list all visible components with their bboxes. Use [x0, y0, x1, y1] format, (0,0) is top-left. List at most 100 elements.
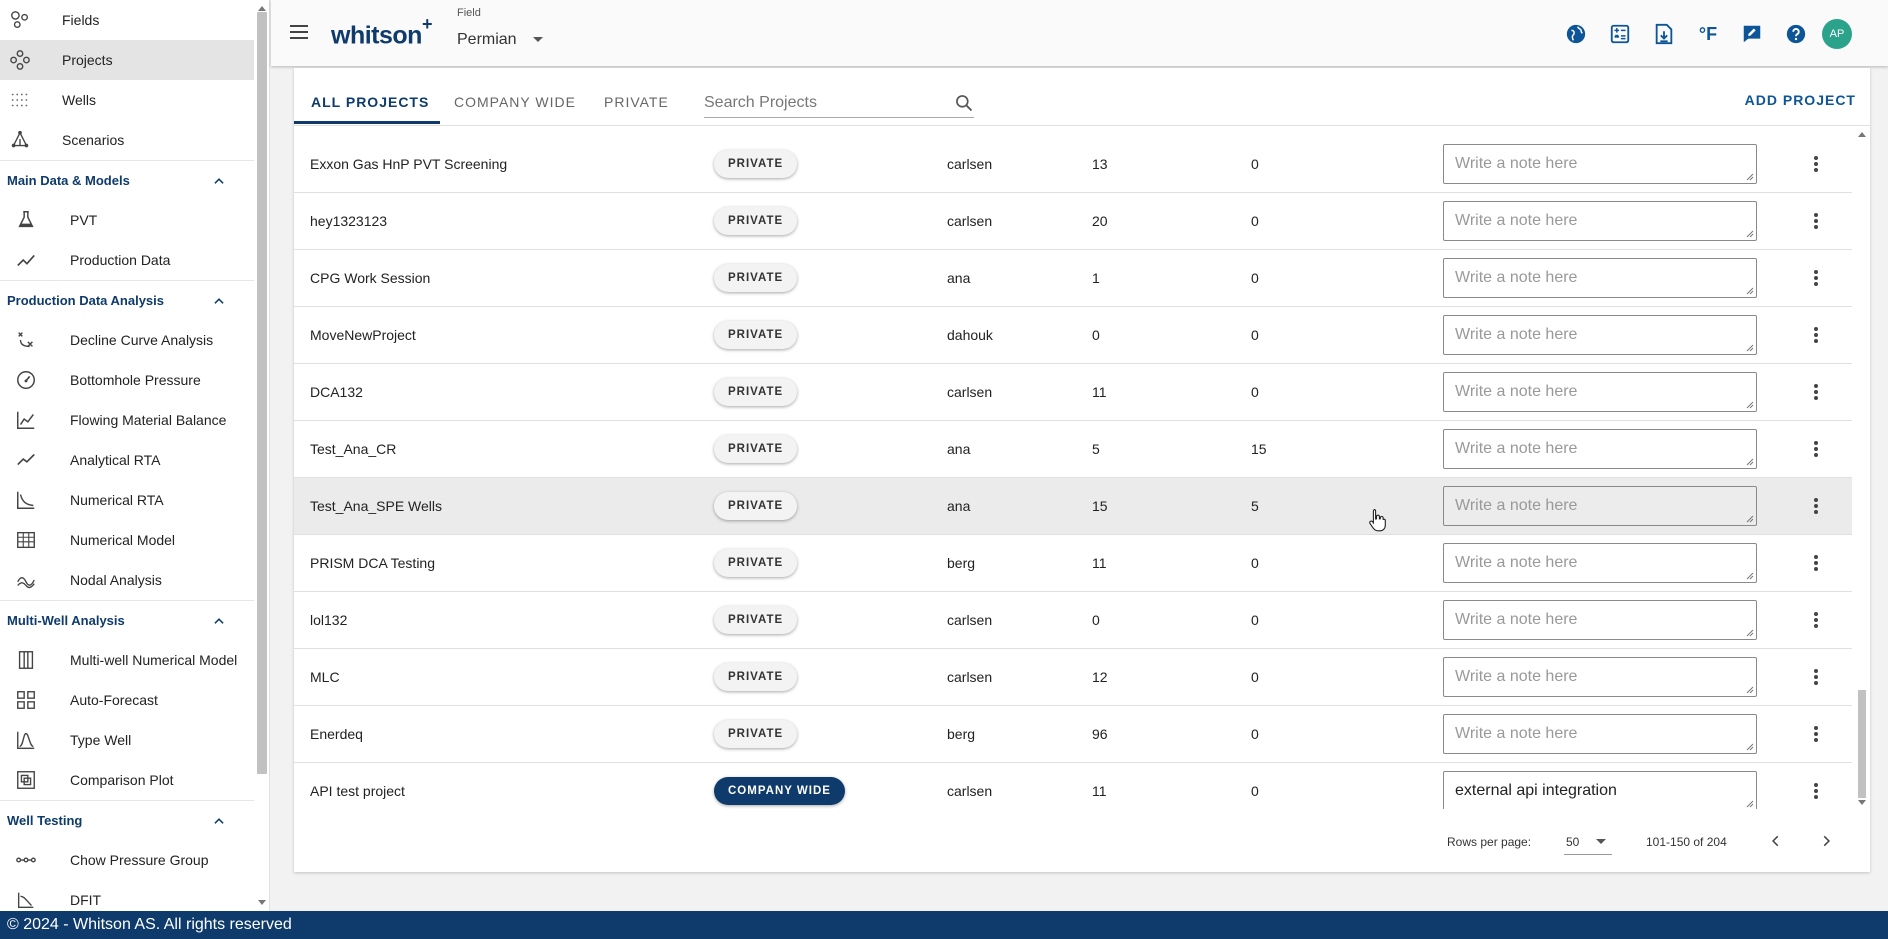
resize-grip-icon[interactable] — [1746, 458, 1754, 466]
menu-icon[interactable] — [290, 24, 310, 40]
table-row[interactable]: Exxon Gas HnP PVT Screening PRIVATE carl… — [294, 136, 1852, 193]
row-menu-button[interactable] — [1806, 649, 1826, 705]
note-field[interactable]: Write a note here — [1443, 258, 1757, 298]
note-field[interactable]: Write a note here — [1443, 372, 1757, 412]
scroll-up-arrow[interactable] — [258, 6, 266, 11]
sidebar-item-numerical-model[interactable]: Numerical Model — [0, 520, 254, 560]
table-row[interactable]: API test project COMPANY WIDE carlsen 11… — [294, 763, 1852, 809]
calculator-icon[interactable] — [1598, 18, 1642, 50]
table-scrollbar[interactable] — [1856, 130, 1868, 809]
visibility-badge[interactable]: PRIVATE — [714, 435, 798, 463]
user-avatar[interactable]: AP — [1822, 19, 1852, 49]
sidebar-item-multi-well-numerical-model[interactable]: Multi-well Numerical Model — [0, 640, 254, 680]
sidebar-section-header[interactable]: Main Data & Models — [0, 160, 254, 200]
chevron-up-icon[interactable] — [212, 294, 226, 308]
row-menu-button[interactable] — [1806, 478, 1826, 534]
field-dropdown-caret[interactable] — [533, 37, 543, 42]
table-row[interactable]: MoveNewProject PRIVATE dahouk 0 0 Write … — [294, 307, 1852, 364]
project-name[interactable]: CPG Work Session — [310, 250, 430, 306]
next-page-button[interactable] — [1812, 827, 1840, 855]
sidebar-item-production-data[interactable]: Production Data — [0, 240, 254, 280]
chevron-up-icon[interactable] — [212, 614, 226, 628]
table-row[interactable]: Test_Ana_CR PRIVATE ana 5 15 Write a not… — [294, 421, 1852, 478]
sidebar-item-chow-pressure-group[interactable]: Chow Pressure Group — [0, 840, 254, 880]
sidebar-item-scenarios[interactable]: Scenarios — [0, 120, 254, 160]
rows-per-page-select[interactable]: 50 — [1564, 829, 1612, 855]
visibility-badge[interactable]: PRIVATE — [714, 150, 798, 178]
chevron-up-icon[interactable] — [212, 814, 226, 828]
sidebar-item-projects[interactable]: Projects — [0, 40, 254, 80]
sidebar-item-analytical-rta[interactable]: Analytical RTA — [0, 440, 254, 480]
note-field[interactable]: Write a note here — [1443, 144, 1757, 184]
sidebar-item-decline-curve-analysis[interactable]: Decline Curve Analysis — [0, 320, 254, 360]
visibility-badge[interactable]: COMPANY WIDE — [714, 777, 845, 805]
scroll-down-arrow[interactable] — [258, 900, 266, 905]
note-field[interactable]: Write a note here — [1443, 315, 1757, 355]
row-menu-button[interactable] — [1806, 763, 1826, 809]
project-name[interactable]: Exxon Gas HnP PVT Screening — [310, 136, 507, 192]
note-field[interactable]: Write a note here — [1443, 543, 1757, 583]
visibility-badge[interactable]: PRIVATE — [714, 378, 798, 406]
search-input[interactable] — [704, 90, 934, 116]
table-row[interactable]: CPG Work Session PRIVATE ana 1 0 Write a… — [294, 250, 1852, 307]
row-menu-button[interactable] — [1806, 193, 1826, 249]
table-row[interactable]: Enerdeq PRIVATE berg 96 0 Write a note h… — [294, 706, 1852, 763]
help-icon[interactable] — [1774, 18, 1818, 50]
resize-grip-icon[interactable] — [1746, 686, 1754, 694]
table-row[interactable]: Test_Ana_SPE Wells PRIVATE ana 15 5 Writ… — [294, 478, 1852, 535]
previous-page-button[interactable] — [1762, 827, 1790, 855]
sidebar-item-dfit[interactable]: DFIT — [0, 880, 254, 911]
resize-grip-icon[interactable] — [1746, 743, 1754, 751]
row-menu-button[interactable] — [1806, 535, 1826, 591]
tab-company-wide[interactable]: COMPANY WIDE — [454, 94, 576, 110]
sidebar-scroll-thumb[interactable] — [257, 12, 267, 774]
note-field[interactable]: Write a note here — [1443, 714, 1757, 754]
table-row[interactable]: lol132 PRIVATE carlsen 0 0 Write a note … — [294, 592, 1852, 649]
field-select[interactable]: Permian — [457, 31, 517, 49]
feedback-icon[interactable] — [1730, 18, 1774, 50]
sidebar-section-header[interactable]: Multi-Well Analysis — [0, 600, 254, 640]
temperature-unit-icon[interactable]: °F — [1686, 18, 1730, 50]
row-menu-button[interactable] — [1806, 136, 1826, 192]
project-name[interactable]: MoveNewProject — [310, 307, 416, 363]
row-menu-button[interactable] — [1806, 421, 1826, 477]
table-row[interactable]: hey1323123 PRIVATE carlsen 20 0 Write a … — [294, 193, 1852, 250]
tab-all-projects[interactable]: ALL PROJECTS — [311, 94, 429, 110]
project-name[interactable]: lol132 — [310, 592, 347, 648]
brand-logo[interactable]: whitson+ — [331, 14, 432, 50]
download-file-icon[interactable] — [1642, 18, 1686, 50]
table-row[interactable]: PRISM DCA Testing PRIVATE berg 11 0 Writ… — [294, 535, 1852, 592]
table-scroll-down-arrow[interactable] — [1858, 800, 1866, 805]
sidebar-section-header[interactable]: Well Testing — [0, 800, 254, 840]
row-menu-button[interactable] — [1806, 706, 1826, 762]
note-field[interactable]: Write a note here — [1443, 429, 1757, 469]
sidebar-item-numerical-rta[interactable]: Numerical RTA — [0, 480, 254, 520]
table-row[interactable]: MLC PRIVATE carlsen 12 0 Write a note he… — [294, 649, 1852, 706]
resize-grip-icon[interactable] — [1746, 800, 1754, 808]
resize-grip-icon[interactable] — [1746, 401, 1754, 409]
project-name[interactable]: MLC — [310, 649, 340, 705]
sidebar-item-comparison-plot[interactable]: Comparison Plot — [0, 760, 254, 800]
sidebar-item-pvt[interactable]: PVT — [0, 200, 254, 240]
sidebar-scrollbar[interactable] — [256, 4, 268, 908]
project-name[interactable]: PRISM DCA Testing — [310, 535, 435, 591]
table-scroll-thumb[interactable] — [1858, 690, 1866, 798]
add-project-button[interactable]: ADD PROJECT — [1745, 92, 1856, 108]
visibility-badge[interactable]: PRIVATE — [714, 492, 798, 520]
visibility-badge[interactable]: PRIVATE — [714, 549, 798, 577]
project-name[interactable]: Enerdeq — [310, 706, 363, 762]
project-name[interactable]: Test_Ana_SPE Wells — [310, 478, 442, 534]
sidebar-item-bottomhole-pressure[interactable]: Bottomhole Pressure — [0, 360, 254, 400]
note-field[interactable]: Write a note here — [1443, 657, 1757, 697]
resize-grip-icon[interactable] — [1746, 629, 1754, 637]
note-field[interactable]: Write a note here — [1443, 486, 1757, 526]
project-name[interactable]: Test_Ana_CR — [310, 421, 396, 477]
project-name[interactable]: API test project — [310, 763, 405, 809]
note-field[interactable]: Write a note here — [1443, 600, 1757, 640]
sidebar-item-type-well[interactable]: Type Well — [0, 720, 254, 760]
globe-icon[interactable] — [1554, 18, 1598, 50]
row-menu-button[interactable] — [1806, 364, 1826, 420]
search-icon[interactable] — [954, 93, 974, 118]
project-name[interactable]: hey1323123 — [310, 193, 387, 249]
sidebar-item-flowing-material-balance[interactable]: Flowing Material Balance — [0, 400, 254, 440]
